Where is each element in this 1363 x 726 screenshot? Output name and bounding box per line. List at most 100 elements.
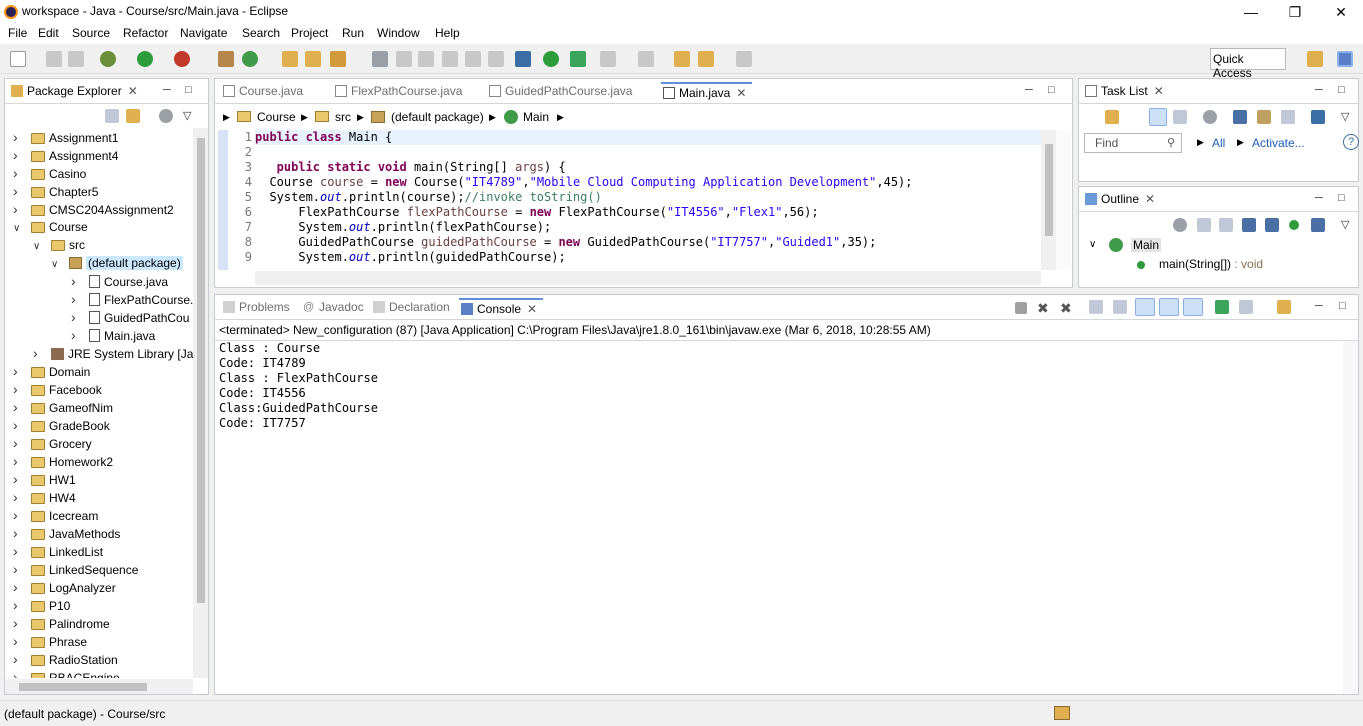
tree-item[interactable]: › GameofNim — [13, 398, 113, 416]
debug-icon[interactable] — [100, 51, 116, 67]
chevron-right-icon[interactable]: › — [13, 470, 23, 488]
close-icon[interactable]: ✕ — [128, 84, 138, 98]
tree-item[interactable]: › FlexPathCourse. — [71, 290, 193, 308]
menu-window[interactable]: Window — [377, 26, 420, 40]
close-icon[interactable]: ✕ — [736, 86, 746, 100]
tree-item[interactable]: › P10 — [13, 596, 70, 614]
chevron-down-icon[interactable]: ∨ — [13, 220, 23, 238]
chevron-right-icon[interactable]: › — [71, 290, 81, 308]
new-java-project-icon[interactable] — [218, 51, 234, 67]
tab-flexpathcourse-java[interactable]: FlexPathCourse.java — [333, 82, 462, 103]
back-icon[interactable] — [698, 51, 714, 67]
tree-item[interactable]: › Domain — [13, 362, 90, 380]
minimize-icon[interactable]: ─ — [163, 84, 171, 96]
java-perspective-icon[interactable] — [1337, 51, 1353, 67]
open-perspective-icon[interactable] — [1307, 51, 1323, 67]
tab-problems[interactable]: Problems — [221, 298, 290, 319]
paragraph-icon[interactable] — [488, 51, 504, 67]
chevron-right-icon[interactable]: › — [13, 578, 23, 596]
menu-file[interactable]: File — [8, 26, 27, 40]
menu-source[interactable]: Source — [72, 26, 110, 40]
tree-item[interactable]: › LinkedList — [13, 542, 103, 560]
chevron-right-icon[interactable]: › — [33, 344, 43, 362]
tree-item[interactable]: › GuidedPathCou — [71, 308, 189, 326]
breadcrumb-arrow-icon[interactable]: ▶ — [557, 105, 564, 129]
chevron-right-icon[interactable]: › — [13, 380, 23, 398]
view-menu-icon[interactable]: ▽ — [1341, 110, 1349, 123]
console-vscrollbar[interactable] — [1343, 341, 1358, 694]
annotation-icon[interactable] — [372, 51, 388, 67]
close-button[interactable]: ✕ — [1326, 2, 1356, 22]
tree-item[interactable]: › Phrase — [13, 632, 87, 650]
chevron-right-icon[interactable]: › — [13, 146, 23, 164]
restore-button[interactable]: ❐ — [1280, 2, 1310, 22]
tree-item[interactable]: ∨ Course — [13, 218, 88, 236]
collapse-icon[interactable] — [1197, 218, 1211, 232]
maximize-icon[interactable]: □ — [1338, 192, 1345, 204]
breadcrumb-arrow-icon[interactable]: ▶ — [489, 105, 496, 129]
tree-item[interactable]: › Main.java — [71, 326, 155, 344]
menu-search[interactable]: Search — [242, 26, 280, 40]
tab-declaration[interactable]: Declaration — [371, 298, 450, 319]
chevron-right-icon[interactable]: › — [13, 182, 23, 200]
hide-static-icon[interactable] — [1265, 218, 1279, 232]
hide-completed-icon[interactable] — [1233, 110, 1247, 124]
chevron-right-icon[interactable]: › — [13, 398, 23, 416]
remove-all-icon[interactable]: ✖ — [1060, 300, 1076, 316]
help-icon[interactable]: ? — [1343, 134, 1359, 150]
chevron-right-icon[interactable]: › — [13, 542, 23, 560]
menu-help[interactable]: Help — [435, 26, 460, 40]
close-icon[interactable]: ✕ — [1145, 192, 1155, 206]
show-on-stderr-icon[interactable] — [1183, 298, 1203, 316]
pen-icon[interactable] — [396, 51, 412, 67]
chevron-right-icon[interactable]: › — [13, 524, 23, 542]
clear-console-icon[interactable] — [1089, 300, 1103, 314]
tree-item[interactable]: › Homework2 — [13, 452, 113, 470]
maximize-icon[interactable]: □ — [1338, 84, 1345, 96]
open-console-icon[interactable] — [1277, 300, 1291, 314]
breadcrumb-course[interactable]: Course — [257, 105, 296, 129]
pin-console-icon[interactable] — [1215, 300, 1229, 314]
menu-refactor[interactable]: Refactor — [123, 26, 168, 40]
next-annotation-icon[interactable] — [600, 51, 616, 67]
remove-launch-icon[interactable]: ✖ — [1037, 300, 1053, 316]
menu-project[interactable]: Project — [291, 26, 328, 40]
tab-main-java[interactable]: Main.java ✕ — [661, 82, 753, 103]
breadcrumb-src[interactable]: src — [335, 105, 351, 129]
maximize-icon[interactable]: □ — [1048, 84, 1055, 96]
chevron-right-icon[interactable]: › — [13, 200, 23, 218]
link-editor-icon[interactable] — [126, 109, 140, 123]
forward-icon[interactable] — [736, 51, 752, 67]
tree-item[interactable]: › Icecream — [13, 506, 98, 524]
hide-local-types-icon[interactable] — [1311, 218, 1325, 232]
chevron-right-icon[interactable]: › — [13, 506, 23, 524]
chevron-down-icon[interactable]: ∨ — [33, 238, 43, 256]
tab-course-java[interactable]: Course.java — [221, 82, 303, 103]
tree-item[interactable]: ∨ (default package) — [51, 254, 183, 272]
quick-access-field[interactable]: Quick Access — [1210, 48, 1286, 80]
maximize-icon[interactable]: □ — [185, 84, 192, 96]
tree-item[interactable]: › LogAnalyzer — [13, 578, 116, 596]
menu-run[interactable]: Run — [342, 26, 364, 40]
minimize-button[interactable]: — — [1236, 2, 1266, 22]
tree-item[interactable]: › Course.java — [71, 272, 168, 290]
editor-hscrollbar[interactable] — [255, 271, 1041, 285]
tree-item[interactable]: › Palindrome — [13, 614, 110, 632]
tree-item[interactable]: › GradeBook — [13, 416, 110, 434]
chevron-right-icon[interactable]: › — [71, 272, 81, 290]
tree-item[interactable]: › Assignment1 — [13, 128, 118, 146]
sync-icon[interactable] — [1257, 110, 1271, 124]
breadcrumb-main[interactable]: Main — [523, 105, 549, 129]
search-icon[interactable] — [330, 51, 346, 67]
tree-item[interactable]: › Grocery — [13, 434, 92, 452]
outline-method[interactable]: main(String[]) : void — [1159, 257, 1263, 271]
breadcrumb-package[interactable]: (default package) — [391, 105, 484, 129]
collapse-all-icon[interactable] — [105, 109, 119, 123]
expand-icon[interactable]: ∨ — [1089, 239, 1096, 250]
code-area[interactable]: public class Main { public static void m… — [255, 130, 1041, 270]
open-task-icon[interactable] — [305, 51, 321, 67]
tree-item[interactable]: › JRE System Library [Java — [33, 344, 193, 362]
tab-package-explorer[interactable]: Package Explorer ✕ — [9, 82, 138, 103]
hide-fields-icon[interactable] — [1242, 218, 1256, 232]
breadcrumb-arrow-icon[interactable]: ▶ — [301, 105, 308, 129]
